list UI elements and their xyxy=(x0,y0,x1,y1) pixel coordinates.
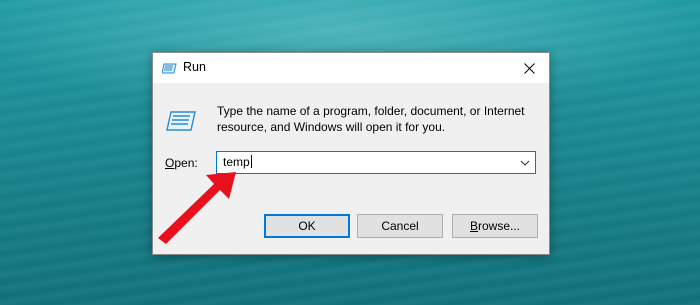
red-arrow-icon xyxy=(158,172,236,244)
close-button[interactable] xyxy=(509,53,549,83)
ok-button-label: OK xyxy=(298,219,316,233)
ok-button[interactable]: OK xyxy=(264,214,350,238)
cancel-button[interactable]: Cancel xyxy=(357,214,443,238)
window-title: Run xyxy=(183,60,206,74)
close-icon xyxy=(523,62,535,74)
browse-button-label: Browse... xyxy=(470,219,520,233)
description-line-2: resource, and Windows will open it for y… xyxy=(217,120,446,134)
run-icon xyxy=(162,63,177,74)
chevron-down-icon[interactable] xyxy=(519,157,531,169)
browse-accelerator: B xyxy=(469,219,478,233)
text-caret xyxy=(250,155,252,168)
run-program-icon xyxy=(166,111,196,131)
cancel-button-label: Cancel xyxy=(381,219,419,233)
description-line-1: Type the name of a program, folder, docu… xyxy=(217,104,525,118)
browse-button[interactable]: Browse... xyxy=(452,214,538,238)
dialog-description: Type the name of a program, folder, docu… xyxy=(217,103,537,135)
title-bar[interactable]: Run xyxy=(153,53,549,83)
open-combobox[interactable]: temp xyxy=(216,151,536,174)
browse-label-rest: rowse... xyxy=(478,219,521,233)
